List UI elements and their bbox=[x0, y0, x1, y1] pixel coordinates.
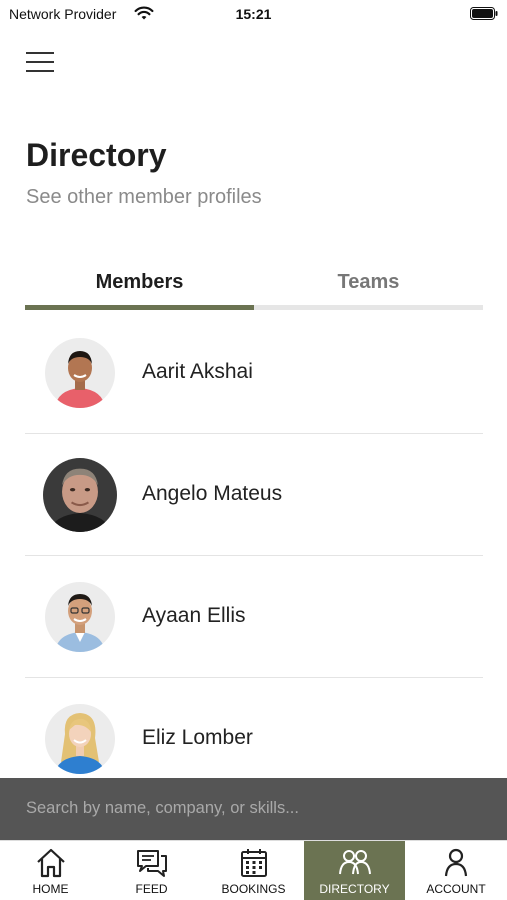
tab-active-indicator bbox=[25, 305, 254, 310]
avatar bbox=[45, 582, 115, 652]
menu-icon[interactable] bbox=[24, 48, 58, 78]
nav-bookings-label: BOOKINGS bbox=[221, 882, 286, 896]
status-time: 15:21 bbox=[235, 6, 272, 22]
search-placeholder: Search by name, company, or skills... bbox=[26, 799, 299, 817]
avatar bbox=[43, 458, 117, 532]
tab-teams[interactable]: Teams bbox=[254, 260, 483, 306]
nav-bookings[interactable]: BOOKINGS bbox=[203, 841, 304, 900]
person-icon bbox=[444, 848, 468, 877]
member-row[interactable]: Ayaan Ellis bbox=[25, 556, 483, 678]
nav-account[interactable]: ACCOUNT bbox=[405, 841, 507, 900]
nav-home-label: HOME bbox=[32, 882, 69, 896]
nav-directory-label: DIRECTORY bbox=[319, 882, 390, 896]
tab-members[interactable]: Members bbox=[25, 260, 254, 306]
member-name: Ayaan Ellis bbox=[142, 604, 246, 627]
nav-feed[interactable]: FEED bbox=[101, 841, 202, 900]
avatar bbox=[45, 704, 115, 774]
feed-icon bbox=[137, 850, 167, 877]
home-icon bbox=[37, 848, 65, 878]
member-row[interactable]: Angelo Mateus bbox=[25, 434, 483, 556]
nav-directory[interactable]: DIRECTORY bbox=[304, 841, 405, 900]
member-name: Eliz Lomber bbox=[142, 726, 253, 749]
page-title: Directory bbox=[26, 137, 167, 173]
calendar-icon bbox=[241, 849, 267, 877]
people-icon bbox=[339, 850, 371, 875]
nav-feed-label: FEED bbox=[135, 882, 168, 896]
nav-account-label: ACCOUNT bbox=[426, 882, 486, 896]
status-bar: Network Provider 15:21 bbox=[0, 0, 507, 28]
member-name: Angelo Mateus bbox=[142, 482, 283, 505]
avatar bbox=[45, 338, 115, 408]
member-name: Aarit Akshai bbox=[142, 360, 253, 383]
nav-home[interactable]: HOME bbox=[0, 841, 101, 900]
battery-icon bbox=[470, 7, 498, 20]
bottom-nav: HOME FEED BOOKINGS DIRECTORY ACCOUNT bbox=[0, 840, 507, 900]
search-input[interactable]: Search by name, company, or skills... bbox=[0, 778, 507, 840]
directory-tabs: Members Teams bbox=[25, 260, 483, 312]
member-row[interactable]: Aarit Akshai bbox=[25, 312, 483, 434]
page-subtitle: See other member profiles bbox=[26, 186, 262, 208]
